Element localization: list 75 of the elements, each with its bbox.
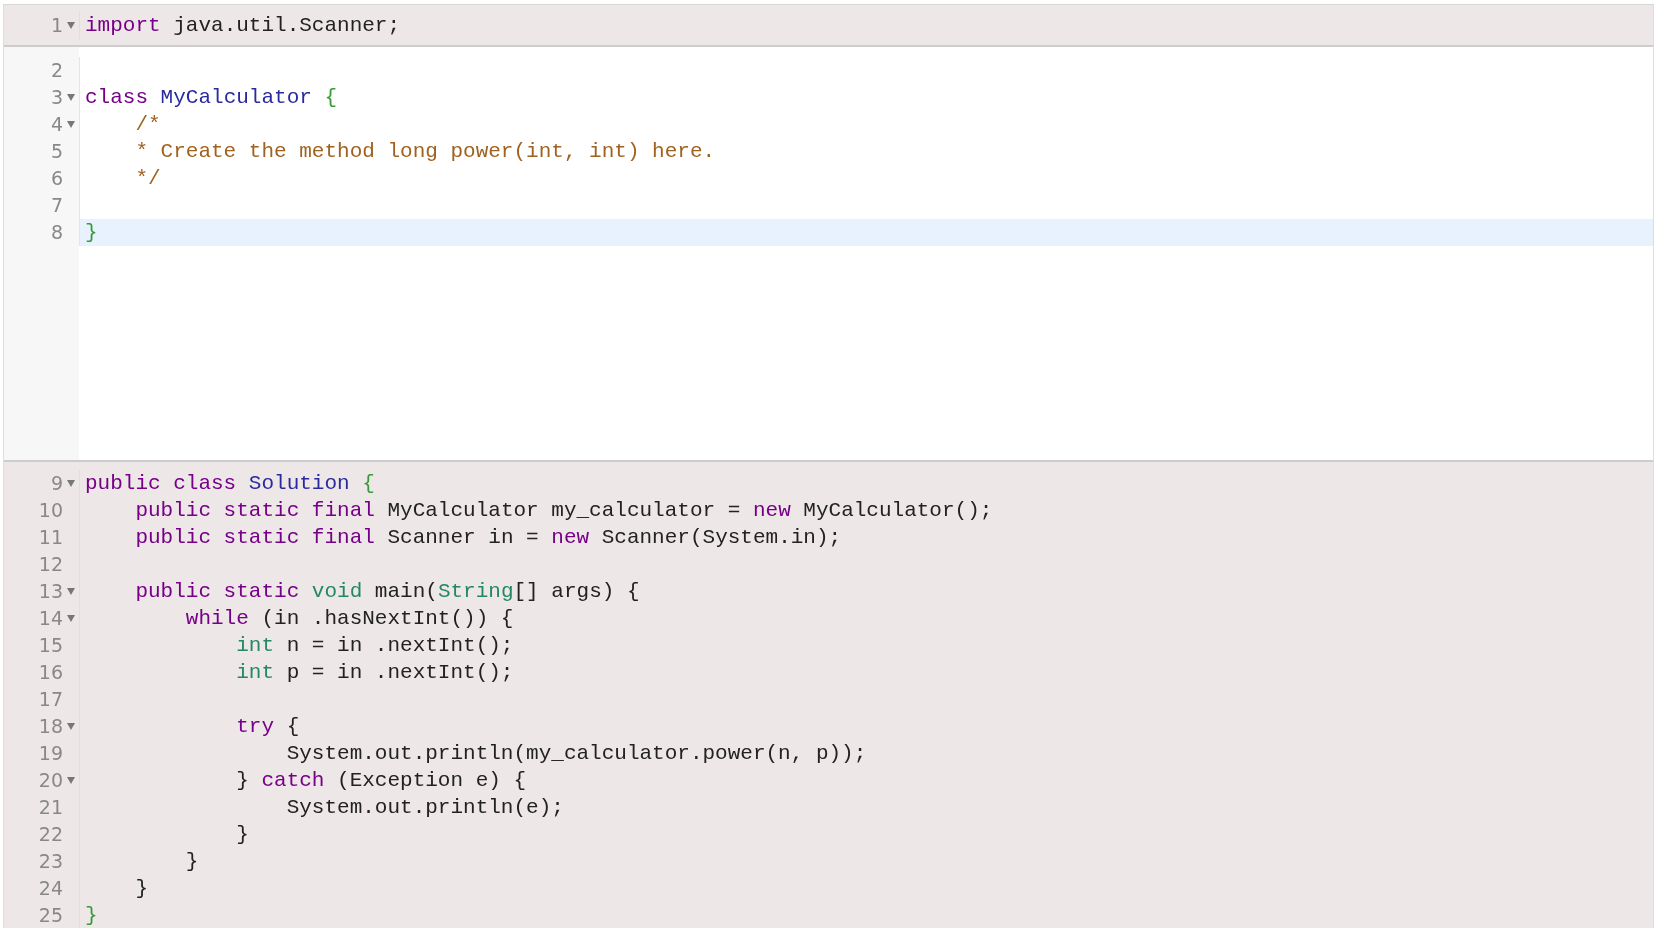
code-token: } (134, 877, 148, 900)
fold-arrow-icon[interactable] (67, 480, 75, 487)
code-token: p = in .nextInt(); (285, 661, 514, 684)
code-token: } (85, 221, 98, 244)
code-token: } (235, 823, 249, 846)
code-token: new (551, 526, 590, 549)
code-token: n = in .nextInt(); (285, 634, 514, 657)
line-number: 25 (38, 903, 63, 928)
code-token: import (85, 14, 161, 37)
code-token: } (184, 850, 199, 873)
code-token: [] args) { (513, 580, 640, 603)
code-token: class (85, 86, 148, 109)
code-token: void (310, 580, 363, 603)
code-token: System.out.println(e); (285, 796, 564, 819)
fold-arrow-icon[interactable] (67, 94, 75, 101)
line-number: 5 (50, 139, 63, 164)
code-token: MyCalculator my_calculator = (386, 499, 742, 522)
line-number: 1 (50, 13, 63, 38)
code-token: main( (373, 580, 438, 603)
line-number: 21 (38, 795, 63, 820)
fold-arrow-icon[interactable] (67, 121, 75, 128)
code-token: { (361, 472, 375, 495)
fold-arrow-icon[interactable] (67, 777, 75, 784)
fold-arrow-icon[interactable] (67, 22, 75, 29)
code-token: int (235, 634, 275, 657)
code-token: public static final (134, 526, 375, 549)
code-token: int (235, 661, 275, 684)
line-number: 8 (50, 220, 63, 245)
line-number: 15 (38, 633, 63, 658)
code-token: java.util.Scanner; (172, 14, 401, 37)
code-token: (Exception e) { (336, 769, 527, 792)
line-number: 18 (38, 714, 63, 739)
code-token: public static (134, 580, 300, 603)
code-token: { (285, 715, 300, 738)
line-number: 24 (38, 876, 63, 901)
code-token: public static final (134, 499, 375, 522)
code-token: } (235, 769, 249, 792)
code-token: Scanner in = (386, 526, 540, 549)
code-token: System.out.println(my_calculator.power(n, p)); (285, 742, 867, 765)
code-token: String (437, 580, 514, 603)
code-token: catch (260, 769, 325, 792)
code-token: * Create the method long power(int, int) here. (134, 140, 716, 163)
line-number: 2 (50, 58, 63, 83)
line-number: 17 (38, 687, 63, 712)
line-number: 10 (38, 498, 63, 523)
line-number: 7 (50, 193, 63, 218)
code-token: new (752, 499, 791, 522)
code-token: MyCalculator (159, 86, 312, 109)
line-number: 20 (38, 768, 63, 793)
code-token: { (323, 86, 338, 109)
code-token: } (85, 904, 98, 927)
line-number: 16 (38, 660, 63, 685)
line-number: 6 (50, 166, 63, 191)
code-token: MyCalculator(); (802, 499, 993, 522)
code-token: */ (134, 167, 161, 190)
line-number: 22 (38, 822, 63, 847)
code-token: while (184, 607, 249, 630)
fold-arrow-icon[interactable] (67, 723, 75, 730)
line-number: 12 (38, 552, 63, 577)
code-token: try (235, 715, 275, 738)
line-number: 4 (50, 112, 63, 137)
line-number: 19 (38, 741, 63, 766)
line-number: 14 (38, 606, 63, 631)
line-number: 9 (50, 471, 63, 496)
code-token: /* (134, 113, 161, 136)
fold-arrow-icon[interactable] (67, 615, 75, 622)
code-token: public class (85, 472, 237, 495)
fold-arrow-icon[interactable] (67, 588, 75, 595)
code-token: Scanner(System.in); (600, 526, 842, 549)
code-token: (in .hasNextInt()) { (260, 607, 514, 630)
code-token: Solution (247, 472, 350, 495)
line-number: 23 (38, 849, 63, 874)
line-number: 3 (50, 85, 63, 110)
line-number: 13 (38, 579, 63, 604)
line-number: 11 (38, 525, 63, 550)
